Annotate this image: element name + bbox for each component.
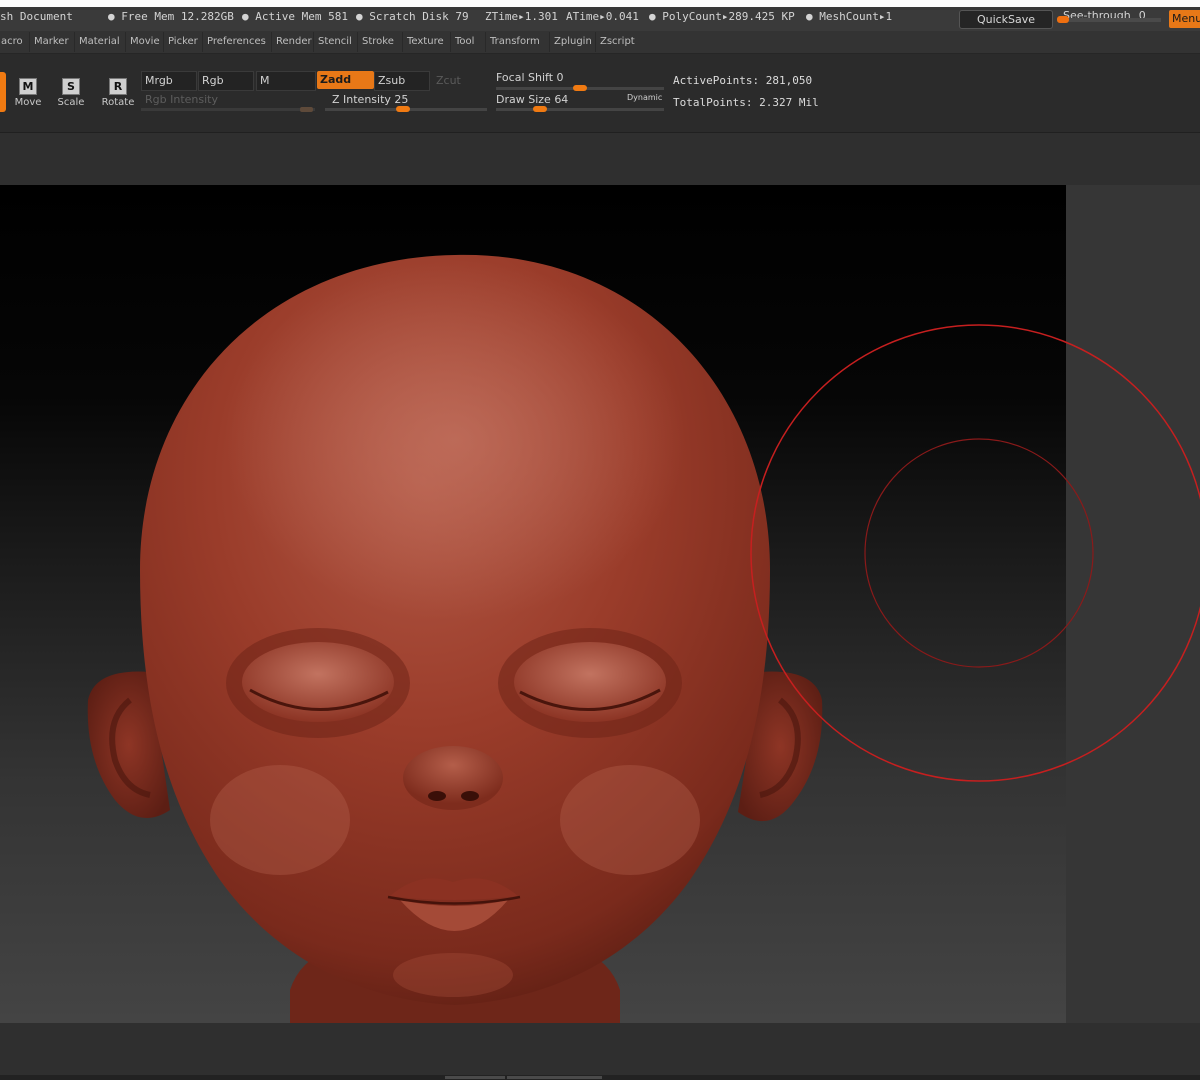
menu-zscript[interactable]: Zscript xyxy=(595,32,639,52)
focal-shift-value: 0 xyxy=(556,71,564,84)
move-label: Move xyxy=(14,97,42,108)
see-through-slider-knob[interactable] xyxy=(1057,16,1069,23)
focal-shift-label: Focal Shift 0 xyxy=(496,71,564,84)
document-viewport[interactable] xyxy=(0,185,1066,1023)
scale-label: Scale xyxy=(57,97,85,108)
active-mem: ● Active Mem 581 xyxy=(242,10,348,23)
scale-button[interactable]: S Scale xyxy=(51,78,91,118)
m-label: M xyxy=(260,74,270,87)
right-tray-gap xyxy=(1066,185,1200,1023)
bottom-status-line xyxy=(0,1075,1200,1080)
polycount: ● PolyCount▸289.425 KP xyxy=(649,10,795,23)
menu-zplugin[interactable]: Zplugin xyxy=(549,32,596,52)
menu-picker[interactable]: Picker xyxy=(163,32,202,52)
focal-shift-knob[interactable] xyxy=(573,85,587,91)
menu-transform[interactable]: Transform xyxy=(485,32,544,52)
z-intensity-knob[interactable] xyxy=(396,106,410,112)
quicksave-button[interactable]: QuickSave xyxy=(959,10,1053,29)
menu-tool[interactable]: Tool xyxy=(450,32,478,52)
move-button[interactable]: M Move xyxy=(8,78,48,118)
draw-mode-button[interactable] xyxy=(0,72,6,112)
menus-button[interactable]: Menus xyxy=(1169,10,1200,28)
z-intensity-value: 25 xyxy=(394,93,409,106)
move-key-icon: M xyxy=(19,78,37,95)
zadd-button[interactable]: Zadd xyxy=(317,71,374,89)
rgb-intensity-slider[interactable] xyxy=(141,108,315,111)
see-through-slider-track[interactable] xyxy=(1057,18,1161,22)
rgb-label: Rgb xyxy=(202,74,224,87)
draw-size-slider[interactable] xyxy=(496,108,664,111)
zcut-button[interactable]: Zcut xyxy=(436,74,461,87)
total-points: TotalPoints: 2.327 Mil xyxy=(673,96,819,109)
title-bar: sh Document ● Free Mem 12.282GB ● Active… xyxy=(0,7,1200,32)
menu-movie[interactable]: Movie xyxy=(125,32,164,52)
ztime: ZTime▸1.301 xyxy=(485,10,558,23)
rotate-button[interactable]: R Rotate xyxy=(98,78,138,118)
menu-macro[interactable]: acro xyxy=(0,32,27,52)
top-white-strip xyxy=(0,0,1200,7)
rgb-intensity-knob[interactable] xyxy=(300,107,313,112)
rotate-key-icon: R xyxy=(109,78,127,95)
scratch-disk: ● Scratch Disk 79 xyxy=(356,10,469,23)
bottom-tray xyxy=(0,1023,1200,1080)
menu-stencil[interactable]: Stencil xyxy=(313,32,356,52)
scale-key-icon: S xyxy=(62,78,80,95)
bottom-tab-1[interactable] xyxy=(445,1076,505,1079)
draw-size-value: 64 xyxy=(554,93,569,106)
menu-texture[interactable]: Texture xyxy=(402,32,448,52)
rgb-intensity-label: Rgb Intensity xyxy=(145,93,218,106)
meshcount: ● MeshCount▸1 xyxy=(806,10,893,23)
menubar: acro Marker Material Movie Picker Prefer… xyxy=(0,31,1200,54)
zsub-label: Zsub xyxy=(378,74,406,87)
draw-size-knob[interactable] xyxy=(533,106,547,112)
menu-marker[interactable]: Marker xyxy=(29,32,73,52)
rotate-label: Rotate xyxy=(101,97,135,108)
atime: ATime▸0.041 xyxy=(566,10,639,23)
free-mem: ● Free Mem 12.282GB xyxy=(108,10,234,23)
menu-stroke[interactable]: Stroke xyxy=(357,32,398,52)
bottom-tab-2[interactable] xyxy=(507,1076,602,1079)
menu-render[interactable]: Render xyxy=(271,32,316,52)
document-title: sh Document xyxy=(0,10,73,23)
dynamic-toggle[interactable]: Dynamic xyxy=(627,93,662,102)
z-intensity-label: Z Intensity 25 xyxy=(332,93,409,106)
draw-size-label: Draw Size 64 xyxy=(496,93,569,106)
menu-preferences[interactable]: Preferences xyxy=(202,32,270,52)
active-points: ActivePoints: 281,050 xyxy=(673,74,813,87)
mrgb-label: Mrgb xyxy=(145,74,173,87)
menu-material[interactable]: Material xyxy=(74,32,124,52)
